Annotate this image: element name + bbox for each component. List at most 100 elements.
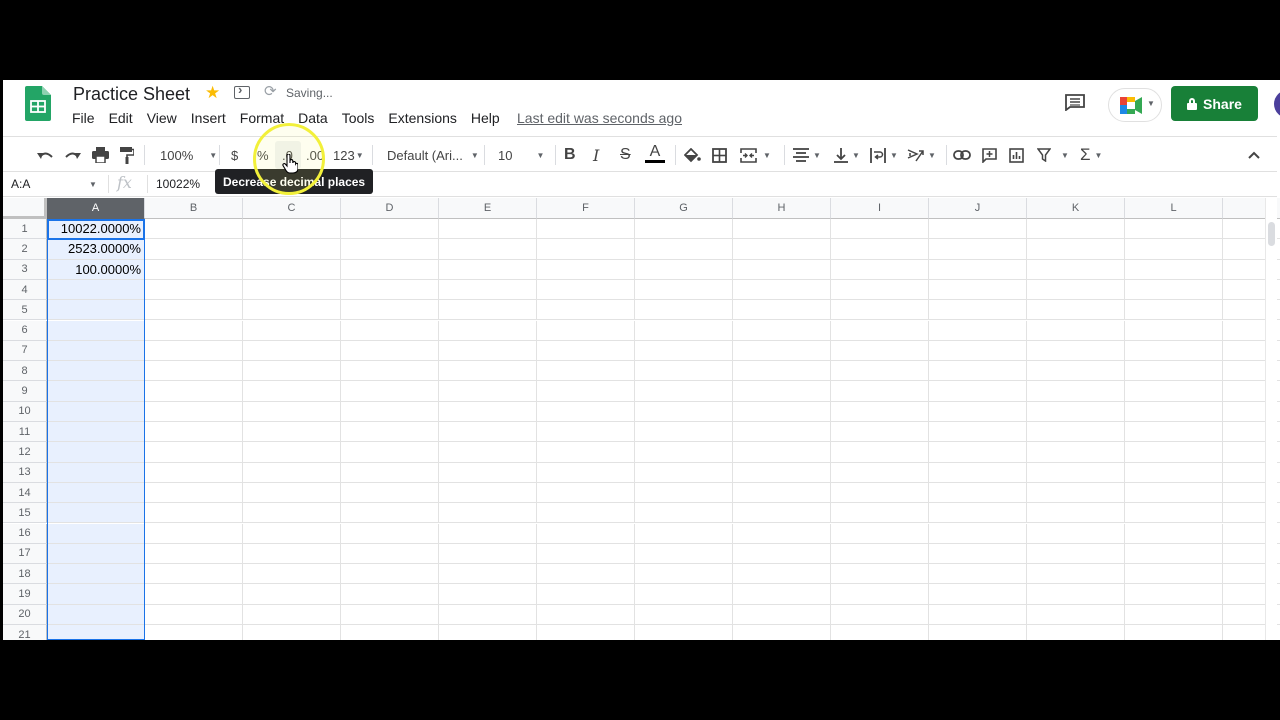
cell-h16[interactable] xyxy=(733,523,831,544)
cell-j18[interactable] xyxy=(929,564,1027,585)
cell-i8[interactable] xyxy=(831,361,929,382)
avatar[interactable] xyxy=(1274,90,1280,118)
cell-g9[interactable] xyxy=(635,381,733,402)
cell-c3[interactable] xyxy=(243,259,341,280)
chevron-down-icon[interactable]: ▼ xyxy=(89,180,97,189)
cell-e18[interactable] xyxy=(439,564,537,585)
cell-e17[interactable] xyxy=(439,543,537,565)
cell-l21[interactable] xyxy=(1125,625,1223,640)
last-edit-link[interactable]: Last edit was seconds ago xyxy=(517,110,682,126)
cell-k15[interactable] xyxy=(1027,503,1125,524)
column-header-k[interactable]: K xyxy=(1027,198,1125,219)
cell-g20[interactable] xyxy=(635,604,733,625)
cell-c2[interactable] xyxy=(243,239,341,260)
print-button[interactable] xyxy=(92,145,109,165)
cell-a2[interactable]: 2523.0000% xyxy=(47,239,145,260)
cell-h12[interactable] xyxy=(733,442,831,463)
cell-l17[interactable] xyxy=(1125,543,1223,565)
cell-c12[interactable] xyxy=(243,442,341,463)
collapse-toolbar-button[interactable] xyxy=(1248,145,1260,165)
formula-input[interactable]: 10022% xyxy=(156,177,200,191)
cell-d16[interactable] xyxy=(341,523,439,544)
cell-e15[interactable] xyxy=(439,503,537,524)
cell-k9[interactable] xyxy=(1027,381,1125,402)
cell-b4[interactable] xyxy=(145,279,243,301)
sheets-logo-icon[interactable] xyxy=(25,86,51,121)
cell-f18[interactable] xyxy=(537,564,635,585)
cell-b16[interactable] xyxy=(145,523,243,544)
cell-i13[interactable] xyxy=(831,462,929,483)
vertical-scrollbar[interactable] xyxy=(1265,198,1277,640)
cell-j3[interactable] xyxy=(929,259,1027,280)
cell-j21[interactable] xyxy=(929,625,1027,640)
cell-d4[interactable] xyxy=(341,279,439,301)
cell-i19[interactable] xyxy=(831,584,929,605)
cell-c21[interactable] xyxy=(243,625,341,640)
row-header-17[interactable]: 17 xyxy=(3,543,47,565)
column-header-c[interactable]: C xyxy=(243,198,341,219)
cell-c17[interactable] xyxy=(243,543,341,565)
cell-d5[interactable] xyxy=(341,300,439,321)
row-header-15[interactable]: 15 xyxy=(3,503,47,524)
cell-h8[interactable] xyxy=(733,361,831,382)
cell-a17[interactable] xyxy=(47,543,145,565)
cell-k1[interactable] xyxy=(1027,219,1125,240)
cell-d21[interactable] xyxy=(341,625,439,640)
font-family-select[interactable]: Default (Ari... ▼ xyxy=(387,145,479,165)
cell-g8[interactable] xyxy=(635,361,733,382)
cell-f19[interactable] xyxy=(537,584,635,605)
cell-a13[interactable] xyxy=(47,462,145,483)
cell-b17[interactable] xyxy=(145,543,243,565)
row-header-16[interactable]: 16 xyxy=(3,523,47,544)
row-header-19[interactable]: 19 xyxy=(3,584,47,605)
cell-h19[interactable] xyxy=(733,584,831,605)
cell-l20[interactable] xyxy=(1125,604,1223,625)
cell-g3[interactable] xyxy=(635,259,733,280)
cell-c18[interactable] xyxy=(243,564,341,585)
cell-g5[interactable] xyxy=(635,300,733,321)
cell-d1[interactable] xyxy=(341,219,439,240)
cell-g1[interactable] xyxy=(635,219,733,240)
cell-a18[interactable] xyxy=(47,564,145,585)
cell-a8[interactable] xyxy=(47,361,145,382)
cell-j11[interactable] xyxy=(929,422,1027,443)
cell-f7[interactable] xyxy=(537,340,635,362)
cell-f1[interactable] xyxy=(537,219,635,240)
cell-j10[interactable] xyxy=(929,401,1027,422)
cell-g19[interactable] xyxy=(635,584,733,605)
cell-b12[interactable] xyxy=(145,442,243,463)
cell-j7[interactable] xyxy=(929,340,1027,362)
cell-g15[interactable] xyxy=(635,503,733,524)
cell-d10[interactable] xyxy=(341,401,439,422)
cell-j20[interactable] xyxy=(929,604,1027,625)
cell-l15[interactable] xyxy=(1125,503,1223,524)
filter-button[interactable]: ▼ xyxy=(1037,145,1069,165)
row-header-18[interactable]: 18 xyxy=(3,564,47,585)
cell-k17[interactable] xyxy=(1027,543,1125,565)
move-to-folder-icon[interactable] xyxy=(234,82,250,99)
cell-l8[interactable] xyxy=(1125,361,1223,382)
borders-button[interactable] xyxy=(712,145,727,165)
menu-insert[interactable]: Insert xyxy=(191,110,233,126)
cell-f6[interactable] xyxy=(537,320,635,341)
cell-b6[interactable] xyxy=(145,320,243,341)
cell-h11[interactable] xyxy=(733,422,831,443)
cell-c11[interactable] xyxy=(243,422,341,443)
merge-cells-button[interactable]: ▼ xyxy=(740,145,771,165)
cell-d17[interactable] xyxy=(341,543,439,565)
cell-i20[interactable] xyxy=(831,604,929,625)
cell-f4[interactable] xyxy=(537,279,635,301)
cell-b21[interactable] xyxy=(145,625,243,640)
cell-e7[interactable] xyxy=(439,340,537,362)
cell-k7[interactable] xyxy=(1027,340,1125,362)
cell-i3[interactable] xyxy=(831,259,929,280)
cell-b20[interactable] xyxy=(145,604,243,625)
cell-g13[interactable] xyxy=(635,462,733,483)
insert-link-button[interactable] xyxy=(953,145,971,165)
menu-help[interactable]: Help xyxy=(471,110,507,126)
cell-k16[interactable] xyxy=(1027,523,1125,544)
bold-button[interactable]: B xyxy=(564,145,576,165)
row-header-20[interactable]: 20 xyxy=(3,604,47,625)
cell-i21[interactable] xyxy=(831,625,929,640)
cell-c16[interactable] xyxy=(243,523,341,544)
